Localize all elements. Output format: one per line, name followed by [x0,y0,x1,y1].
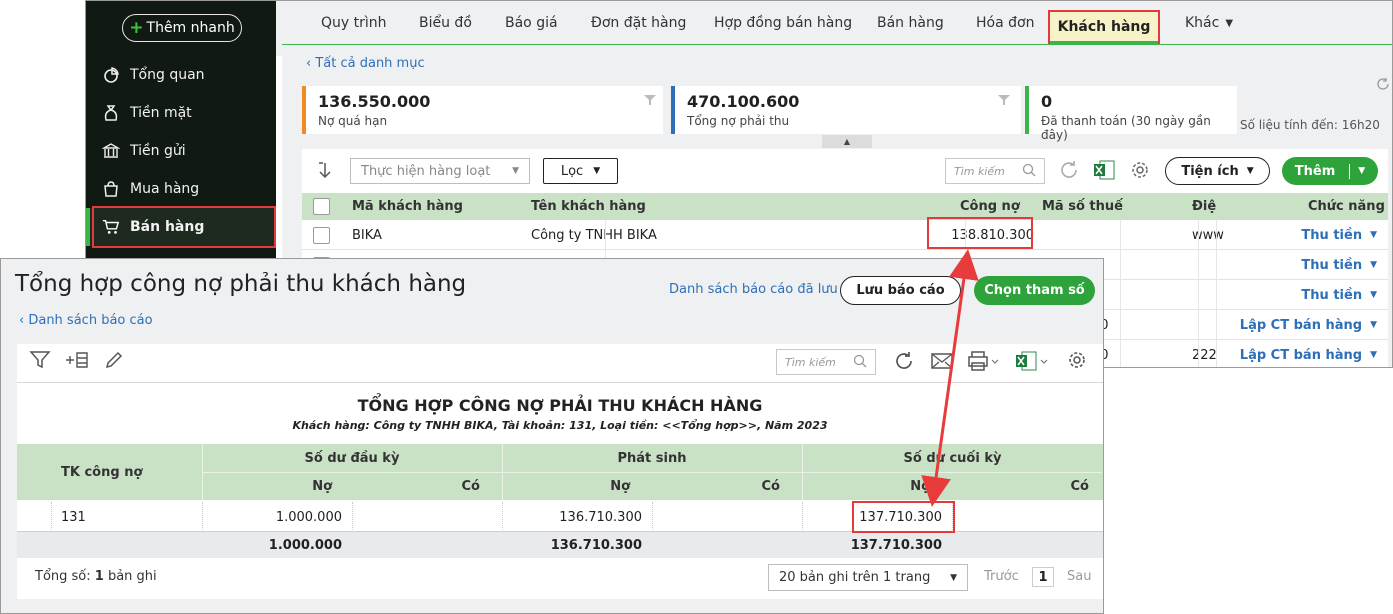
comparison-arrow [921,249,979,507]
